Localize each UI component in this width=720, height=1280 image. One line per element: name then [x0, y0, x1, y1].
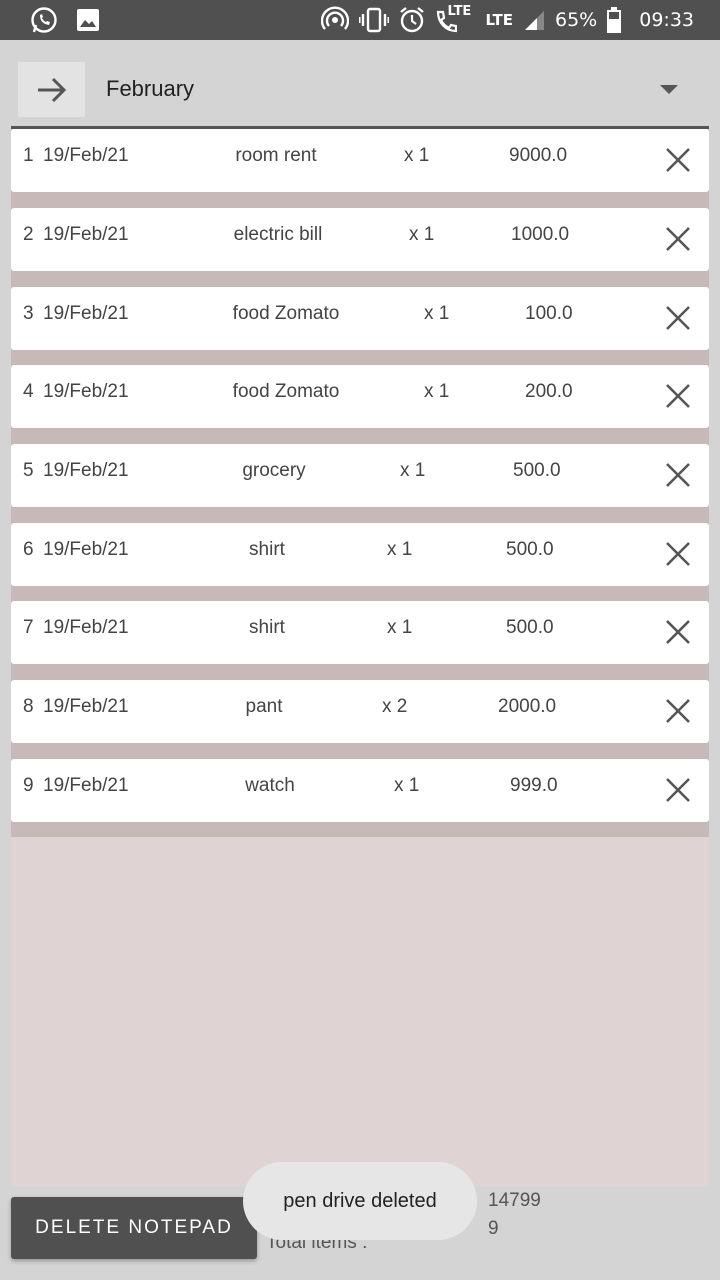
- item-date: 19/Feb/21: [43, 696, 129, 717]
- item-date: 19/Feb/21: [43, 460, 129, 481]
- delete-item-icon[interactable]: [663, 539, 693, 569]
- item-index: 2: [23, 224, 34, 245]
- delete-item-icon[interactable]: [663, 775, 693, 805]
- list-item[interactable]: 2 19/Feb/21 electric bill x 1 1000.0: [11, 208, 709, 271]
- item-index: 4: [23, 381, 34, 402]
- list-item[interactable]: 9 19/Feb/21 watch x 1 999.0: [11, 759, 709, 822]
- item-date: 19/Feb/21: [43, 303, 129, 324]
- item-name: shirt: [249, 539, 285, 560]
- delete-item-icon[interactable]: [663, 460, 693, 490]
- item-name: electric bill: [233, 224, 323, 245]
- image-icon: [76, 8, 100, 32]
- battery-percent: 65%: [555, 9, 598, 31]
- item-name: food Zomato: [232, 381, 340, 402]
- total-items-value: 9: [488, 1218, 499, 1239]
- item-amount: 200.0: [525, 381, 573, 402]
- list-item[interactable]: 7 19/Feb/21 shirt x 1 500.0: [11, 601, 709, 664]
- item-quantity: x 1: [404, 145, 430, 166]
- vibrate-icon: [359, 6, 390, 34]
- item-index: 3: [23, 303, 34, 324]
- item-quantity: x 1: [424, 303, 450, 324]
- item-quantity: x 1: [409, 224, 435, 245]
- item-date: 19/Feb/21: [43, 224, 129, 245]
- status-bar: LTE LTE 65% 09:33: [0, 0, 720, 40]
- item-index: 1: [23, 145, 34, 166]
- total-amount-value: 14799: [488, 1190, 541, 1211]
- item-amount: 100.0: [525, 303, 573, 324]
- delete-item-icon[interactable]: [663, 696, 693, 726]
- item-name: grocery: [242, 460, 306, 481]
- list-item[interactable]: 5 19/Feb/21 grocery x 1 500.0: [11, 444, 709, 507]
- item-quantity: x 1: [387, 617, 413, 638]
- signal-icon: [523, 9, 545, 31]
- item-name: food Zomato: [232, 303, 340, 324]
- item-amount: 500.0: [513, 460, 561, 481]
- list-item[interactable]: 4 19/Feb/21 food Zomato x 1 200.0: [11, 365, 709, 428]
- network-label-1: LTE: [447, 4, 472, 19]
- delete-notepad-button[interactable]: DELETE NOTEPAD: [11, 1197, 257, 1259]
- list-item[interactable]: 8 19/Feb/21 pant x 2 2000.0: [11, 680, 709, 743]
- network-label-2: LTE: [485, 11, 513, 29]
- month-dropdown-label[interactable]: February: [106, 76, 194, 102]
- delete-item-icon[interactable]: [663, 381, 693, 411]
- list-item[interactable]: 1 19/Feb/21 room rent x 1 9000.0: [11, 129, 709, 192]
- item-date: 19/Feb/21: [43, 539, 129, 560]
- item-index: 8: [23, 696, 34, 717]
- item-date: 19/Feb/21: [43, 381, 129, 402]
- item-amount: 2000.0: [498, 696, 557, 717]
- list-empty-area: [11, 837, 709, 1187]
- item-quantity: x 1: [394, 775, 420, 796]
- item-amount: 500.0: [506, 539, 554, 560]
- item-name: room rent: [235, 145, 317, 166]
- item-quantity: x 1: [400, 460, 426, 481]
- item-quantity: x 2: [382, 696, 408, 717]
- item-amount: 500.0: [506, 617, 554, 638]
- delete-item-icon[interactable]: [663, 224, 693, 254]
- battery-icon: [607, 7, 622, 33]
- item-date: 19/Feb/21: [43, 145, 129, 166]
- item-index: 5: [23, 460, 34, 481]
- toast-message: pen drive deleted: [243, 1162, 477, 1240]
- item-quantity: x 1: [387, 539, 413, 560]
- item-amount: 1000.0: [511, 224, 570, 245]
- volte-call-icon: LTE: [435, 4, 472, 34]
- item-date: 19/Feb/21: [43, 775, 129, 796]
- delete-item-icon[interactable]: [663, 145, 693, 175]
- item-name: shirt: [249, 617, 285, 638]
- item-index: 7: [23, 617, 34, 638]
- delete-item-icon[interactable]: [663, 303, 693, 333]
- delete-item-icon[interactable]: [663, 617, 693, 647]
- caret-down-icon[interactable]: [660, 85, 678, 95]
- list-item[interactable]: 3 19/Feb/21 food Zomato x 1 100.0: [11, 287, 709, 350]
- item-index: 6: [23, 539, 34, 560]
- item-date: 19/Feb/21: [43, 617, 129, 638]
- item-name: watch: [245, 775, 295, 796]
- item-quantity: x 1: [424, 381, 450, 402]
- alarm-icon: [399, 6, 425, 34]
- whatsapp-icon: [30, 6, 58, 34]
- item-index: 9: [23, 775, 34, 796]
- item-amount: 9000.0: [509, 145, 568, 166]
- clock: 09:33: [639, 9, 694, 31]
- item-name: pant: [245, 696, 283, 717]
- next-arrow-button[interactable]: [18, 62, 85, 117]
- list-item[interactable]: 6 19/Feb/21 shirt x 1 500.0: [11, 523, 709, 586]
- hotspot-icon: [321, 6, 350, 34]
- item-amount: 999.0: [510, 775, 558, 796]
- arrow-right-icon: [36, 76, 68, 104]
